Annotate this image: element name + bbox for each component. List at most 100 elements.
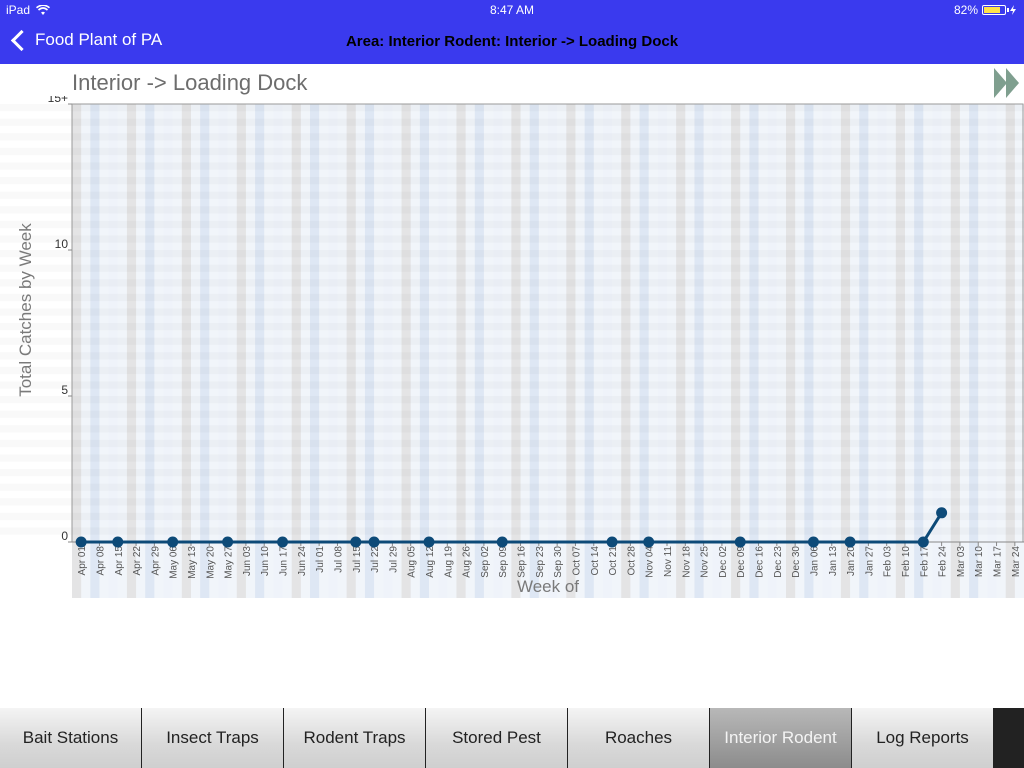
x-tick-label: Jan 27 [864,546,875,576]
tab-label: Insect Traps [166,728,259,747]
x-tick-label: Jul 01 [315,546,326,573]
data-point [734,536,746,548]
tab-bait-stations[interactable]: Bait Stations [0,708,141,768]
x-tick-label: Dec 09 [736,546,747,578]
status-right: 82% [954,3,1016,17]
row-band [0,498,1024,505]
tab-insect-traps[interactable]: Insect Traps [142,708,283,768]
x-tick-label: Jun 10 [260,546,271,576]
x-tick-label: Jul 08 [333,546,344,573]
row-band [0,513,1024,520]
y-tick-label: 5 [61,383,68,397]
page-title: Interior -> Loading Dock [72,70,308,95]
x-tick-label: Aug 12 [425,546,436,578]
nav-title: Area: Interior Rodent: Interior -> Loadi… [345,33,679,50]
tab-bar: Bait Stations Insect Traps Rodent Traps Sto… [0,708,1024,768]
row-band [0,265,1024,272]
x-tick-label: Aug 19 [443,546,454,578]
x-tick-label: Apr 01 [77,546,88,576]
data-point [167,536,179,548]
x-tick-label: Sep 23 [535,546,546,578]
x-tick-label: Feb 24 [938,546,949,578]
data-point [496,536,508,548]
x-tick-label: Apr 22 [132,546,143,576]
x-tick-label: Feb 17 [919,546,930,578]
data-point [606,536,618,548]
row-band [0,308,1024,315]
data-point [844,536,856,548]
row-band [0,484,1024,491]
data-point [807,536,819,548]
status-time: 8:47 AM [489,3,535,17]
tab-label: Stored Pest [452,728,541,747]
x-tick-label: Aug 26 [462,546,473,578]
row-band [0,352,1024,359]
row-band [0,425,1024,432]
row-band [0,133,1024,140]
x-tick-label: May 20 [205,546,216,579]
x-tick-label: Feb 10 [901,546,912,578]
fast-forward-icon[interactable] [994,68,1020,98]
tab-interior-rodent[interactable]: Interior Rodent [710,708,851,768]
x-tick-label: Feb 03 [883,546,894,578]
battery-percent: 82% [953,3,978,17]
data-point [222,536,234,548]
x-tick-label: Jul 29 [388,546,399,573]
row-band [0,279,1024,286]
row-band [0,454,1024,461]
x-tick-label: Oct 07 [571,546,582,576]
x-tick-label: Jan 20 [846,546,857,576]
x-tick-label: Dec 02 [718,546,729,578]
tab-bar-filler [994,708,1024,768]
tab-label: Roaches [604,728,673,747]
x-tick-label: Jun 24 [297,546,308,576]
tab-roaches[interactable]: Roaches [568,708,709,768]
row-band [0,367,1024,374]
tab-label: Bait Stations [22,728,119,747]
y-tick-label: 10 [55,237,69,251]
x-tick-label: Jul 15 [352,546,363,573]
row-band [0,250,1024,257]
x-tick-label: May 13 [187,546,198,579]
row-band [0,177,1024,184]
tab-rodent-traps[interactable]: Rodent Traps [284,708,425,768]
x-tick-label: Mar 03 [956,546,967,578]
row-band [0,527,1024,534]
charging-icon [1010,5,1016,15]
row-band [0,119,1024,126]
x-tick-label: Nov 25 [700,546,711,578]
x-tick-label: Nov 11 [663,546,674,577]
row-band [0,294,1024,301]
battery-icon [982,5,1009,15]
data-point [277,536,289,548]
navigation-bar: Food Plant of PA Area: Interior Rodent: … [0,20,1024,64]
x-tick-label: Mar 24 [1011,546,1022,578]
x-tick-label: Mar 17 [993,546,1004,578]
row-band [0,235,1024,242]
tab-label: Interior Rodent [724,728,837,747]
row-band [0,148,1024,155]
x-tick-label: Jun 03 [242,546,253,576]
y-axis-label: Total Catches by Week [16,223,35,397]
tab-log-reports[interactable]: Log Reports [852,708,993,768]
tab-stored-pest[interactable]: Stored Pest [426,708,567,768]
row-band [0,381,1024,388]
x-tick-label: May 27 [224,546,235,579]
x-tick-label: Mar 10 [974,546,985,578]
x-tick-label: Jan 06 [809,546,820,576]
row-band [0,411,1024,418]
x-tick-label: Nov 04 [645,546,656,578]
x-tick-label: Oct 28 [626,546,637,576]
row-band [0,104,1024,111]
x-tick-label: Sep 30 [553,546,564,578]
x-tick-label: Sep 09 [498,546,509,578]
row-band [0,192,1024,199]
row-band [0,206,1024,213]
x-tick-label: Oct 21 [608,546,619,576]
x-tick-label: Aug 05 [407,546,418,578]
row-band [0,396,1024,403]
catches-chart: 0 5 10 15+ Apr 01 Apr 08 Apr 15 Apr 22 Apr 29 Ma… [0,96,1024,598]
row-band [0,469,1024,476]
row-band [0,440,1024,447]
row-band [0,162,1024,169]
